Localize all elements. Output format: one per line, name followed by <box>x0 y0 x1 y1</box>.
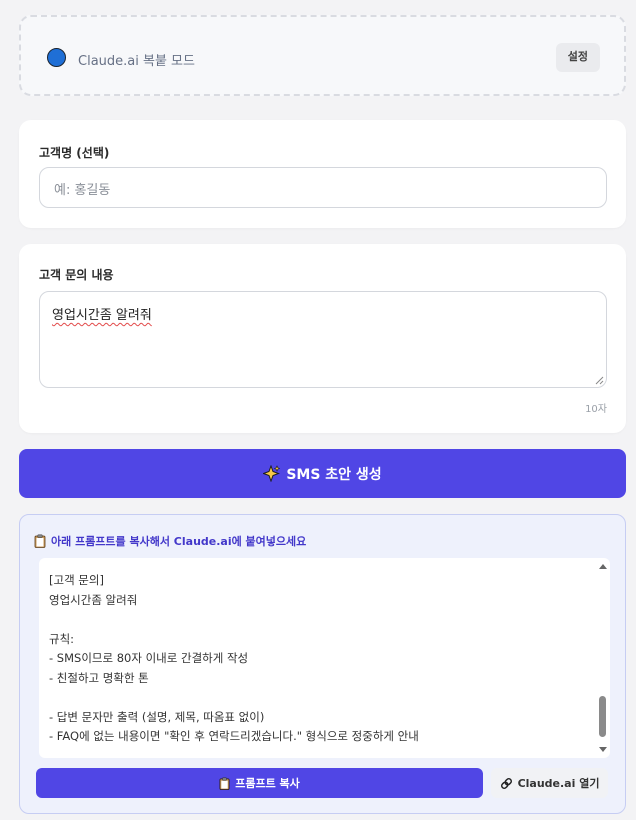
prompt-line: - FAQ에 없는 내용이면 "확인 후 연락드리겠습니다." 형식으로 정중하… <box>49 729 419 743</box>
generate-sms-label: SMS 초안 생성 <box>286 466 382 483</box>
prompt-header: 아래 프롬프트를 복사해서 Claude.ai에 붙여넣으세요 <box>34 533 306 549</box>
char-count: 10자 <box>585 404 607 415</box>
prompt-scrollbar[interactable] <box>596 558 610 758</box>
prompt-line: - 답변 문자만 출력 (설명, 제목, 따옴표 없이) <box>49 709 265 724</box>
sparkles-icon <box>263 465 281 482</box>
link-icon <box>500 777 512 789</box>
open-claude-button[interactable]: Claude.ai 열기 <box>491 768 608 798</box>
prompt-textarea[interactable]: [고객 문의] 영업시간좀 알려줘 규칙: - SMS이므로 80자 이내로 간… <box>39 558 610 758</box>
mode-card: Claude.ai 복붙 모드 설정 <box>19 15 626 96</box>
scroll-thumb[interactable] <box>599 696 606 737</box>
prompt-line: 영업시간좀 알려줘 <box>49 592 138 607</box>
prompt-line: 규칙: <box>49 631 75 646</box>
clipboard-icon <box>219 777 230 790</box>
prompt-panel: 아래 프롬프트를 복사해서 Claude.ai에 붙여넣으세요 [고객 문의] … <box>19 514 626 814</box>
scroll-down-arrow-icon[interactable] <box>599 747 607 752</box>
clipboard-icon <box>34 534 46 548</box>
inquiry-textarea[interactable]: 영업시간좀 알려줘 <box>39 291 607 388</box>
prompt-line <box>49 610 589 630</box>
settings-button[interactable]: 설정 <box>555 43 600 72</box>
scroll-up-arrow-icon[interactable] <box>599 564 607 569</box>
inquiry-label: 고객 문의 내용 <box>39 268 114 282</box>
copy-prompt-button[interactable]: 프롬프트 복사 <box>36 768 483 798</box>
customer-name-label: 고객명 (선택) <box>39 146 110 160</box>
generate-sms-button[interactable]: SMS 초안 생성 <box>19 449 626 498</box>
inquiry-card: 고객 문의 내용 영업시간좀 알려줘 10자 <box>19 244 626 433</box>
open-claude-label: Claude.ai 열기 <box>517 777 600 790</box>
prompt-header-text: 아래 프롬프트를 복사해서 Claude.ai에 붙여넣으세요 <box>51 535 307 548</box>
prompt-line: [고객 문의] <box>49 573 104 587</box>
inquiry-text: 영업시간좀 알려줘 <box>52 308 152 323</box>
mode-status-dot <box>47 48 66 67</box>
resize-handle-icon[interactable] <box>595 376 604 385</box>
mode-label: Claude.ai 복붙 모드 <box>78 54 195 69</box>
prompt-line <box>49 688 589 708</box>
copy-prompt-label: 프롬프트 복사 <box>235 777 300 790</box>
prompt-text: [고객 문의] 영업시간좀 알려줘 규칙: - SMS이므로 80자 이내로 간… <box>49 571 589 747</box>
customer-name-placeholder: 예: 홍길동 <box>54 183 111 198</box>
customer-name-card: 고객명 (선택) 예: 홍길동 <box>19 120 626 228</box>
prompt-line: - SMS이므로 80자 이내로 간결하게 작성 <box>49 651 249 665</box>
customer-name-input[interactable]: 예: 홍길동 <box>39 167 607 208</box>
prompt-line: - 친절하고 명확한 톤 <box>49 670 149 685</box>
